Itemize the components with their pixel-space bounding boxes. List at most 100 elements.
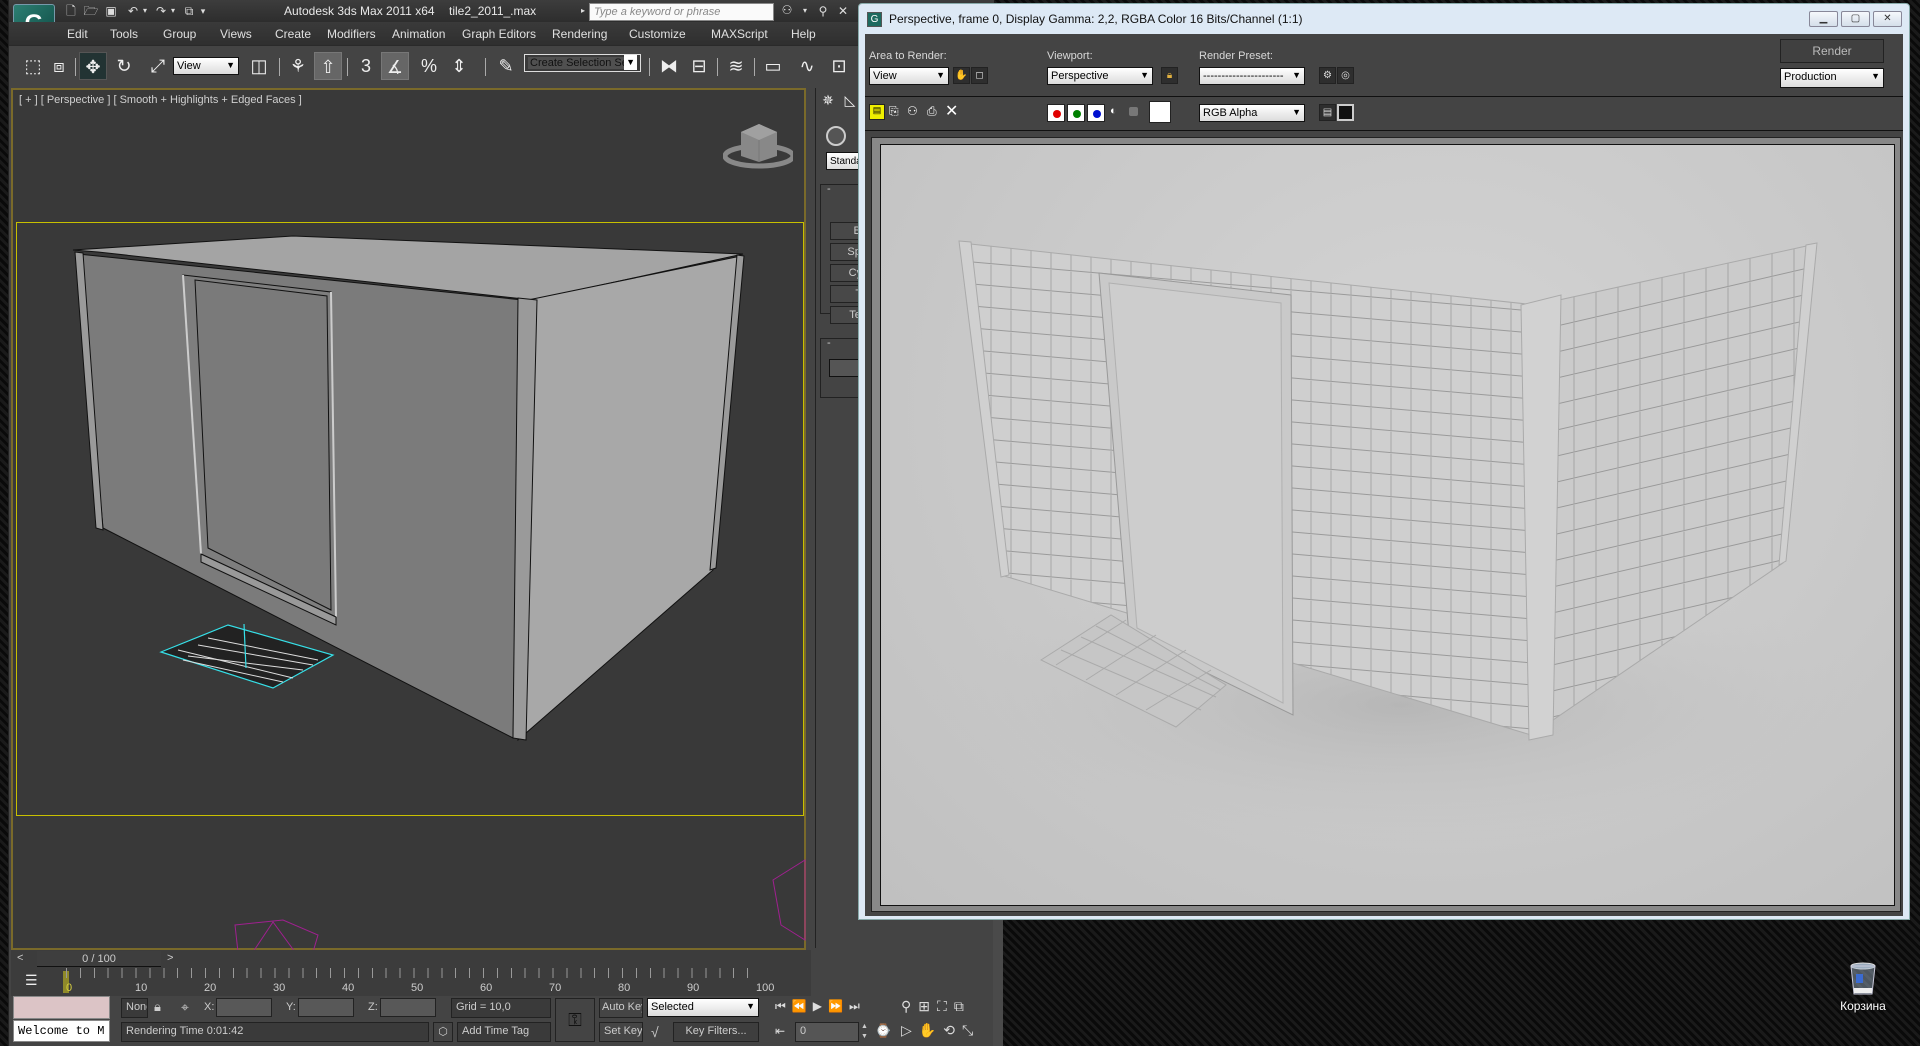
menu-group[interactable]: Group: [163, 27, 196, 41]
previous-frame-icon[interactable]: ⏪: [792, 999, 813, 1013]
menu-customize[interactable]: Customize: [629, 27, 686, 41]
lock-viewport-icon[interactable]: 🔒︎: [1161, 67, 1178, 84]
menu-graph-editors[interactable]: Graph Editors: [462, 27, 536, 41]
maxscript-listener-mini[interactable]: [13, 996, 110, 1019]
selection-lock-icon[interactable]: 🔒︎: [154, 999, 161, 1015]
go-to-end-icon[interactable]: ⏭: [849, 999, 866, 1013]
auto-region-icon[interactable]: ◻: [971, 67, 988, 84]
clone-window-icon[interactable]: ⚇: [907, 104, 918, 118]
track-bar[interactable]: ☰ 0 10 20 30 40 50 60 70 80 90 100: [11, 968, 811, 996]
named-selection-set-dropdown[interactable]: Create Selection Se ▼: [524, 54, 641, 72]
field-of-view-icon[interactable]: ▷: [901, 1022, 919, 1038]
menu-animation[interactable]: Animation: [392, 27, 445, 41]
print-image-icon[interactable]: ⎙: [927, 104, 937, 119]
menu-views[interactable]: Views: [220, 27, 252, 41]
z-coordinate-input[interactable]: [380, 998, 436, 1017]
rollout-collapse-icon[interactable]: -: [827, 337, 831, 349]
edit-region-icon[interactable]: ✋: [953, 67, 970, 84]
graphite-modeling-icon[interactable]: ▭: [759, 52, 787, 80]
rendered-image[interactable]: [880, 144, 1895, 906]
zoom-icon[interactable]: ⚲: [901, 998, 918, 1014]
next-frame-icon[interactable]: ⏩: [828, 999, 849, 1013]
schematic-view-icon[interactable]: ⊡: [825, 52, 853, 80]
swatch-color[interactable]: [1149, 101, 1171, 123]
y-coordinate-input[interactable]: [298, 998, 354, 1017]
clear-image-icon[interactable]: ✕: [945, 101, 958, 121]
menu-help[interactable]: Help: [791, 27, 816, 41]
render-type-dropdown[interactable]: Production ▼: [1780, 68, 1884, 88]
perspective-viewport[interactable]: [ + ] [ Perspective ] [ Smooth + Highlig…: [11, 88, 806, 952]
layer-manager-icon[interactable]: ≋: [722, 52, 750, 80]
search-dropdown-icon[interactable]: ▾: [797, 3, 813, 19]
render-button[interactable]: Render: [1780, 39, 1884, 63]
select-and-move-icon[interactable]: ✥: [79, 52, 107, 80]
edit-named-selection-icon[interactable]: ✎: [492, 52, 520, 80]
key-tangent-icon[interactable]: √: [651, 1024, 659, 1040]
reference-coordinate-dropdown[interactable]: View ▼: [173, 57, 239, 75]
time-slider-next[interactable]: >: [167, 952, 173, 964]
select-by-name-icon[interactable]: ⧈: [45, 52, 73, 80]
add-time-tag[interactable]: Add Time Tag: [457, 1022, 551, 1042]
blue-channel-toggle[interactable]: [1087, 104, 1105, 122]
minimize-button[interactable]: ▁: [1809, 11, 1838, 27]
geometry-category-icon[interactable]: [826, 126, 846, 146]
menu-maxscript[interactable]: MAXScript: [711, 27, 768, 41]
frame-spinner[interactable]: ▲ ▼: [861, 1022, 869, 1042]
absolute-mode-icon[interactable]: ⌖: [181, 999, 189, 1016]
toggle-ui-overlay-icon[interactable]: ▤: [1319, 104, 1336, 121]
redo-dropdown-icon[interactable]: ▾: [165, 3, 181, 19]
angle-snap-icon[interactable]: ∡: [381, 52, 409, 80]
time-slider-prev[interactable]: <: [17, 952, 23, 964]
keyboard-shortcut-override-icon[interactable]: ⇧: [314, 52, 342, 80]
alpha-channel-toggle[interactable]: ◐: [1110, 105, 1117, 117]
monochrome-toggle[interactable]: [1129, 107, 1138, 116]
curve-editor-icon[interactable]: ∿: [793, 52, 821, 80]
rollout-collapse-icon[interactable]: -: [827, 183, 831, 195]
key-mode-dropdown[interactable]: Selected ▼: [647, 998, 759, 1017]
maximize-viewport-icon[interactable]: ⤡: [962, 1022, 980, 1038]
render-preset-dropdown[interactable]: ---------------------- ▼: [1199, 67, 1305, 85]
close-button[interactable]: ✕: [1873, 11, 1902, 27]
set-key-button[interactable]: Set Key: [599, 1022, 643, 1042]
modify-tab-icon[interactable]: ◺: [840, 90, 860, 110]
zoom-all-icon[interactable]: ⊞: [918, 998, 937, 1014]
mirror-icon[interactable]: ⧓: [655, 52, 683, 80]
key-mode-toggle-icon[interactable]: ⇤: [775, 1024, 785, 1038]
menu-modifiers[interactable]: Modifiers: [327, 27, 376, 41]
zoom-extents-icon[interactable]: ⛶: [937, 998, 954, 1014]
menu-tools[interactable]: Tools: [110, 27, 138, 41]
zoom-extents-all-icon[interactable]: ⧉: [954, 998, 971, 1014]
orbit-icon[interactable]: ⟲: [943, 1022, 962, 1038]
recycle-bin[interactable]: Корзина: [1828, 962, 1898, 1022]
go-to-start-icon[interactable]: ⏮: [775, 999, 792, 1013]
menu-rendering[interactable]: Rendering: [552, 27, 607, 41]
time-slider-thumb[interactable]: 0 / 100: [37, 951, 161, 967]
environment-effects-icon[interactable]: ◎: [1337, 67, 1354, 84]
play-icon[interactable]: ▶: [813, 999, 828, 1013]
save-file-icon[interactable]: ▣: [103, 3, 119, 19]
new-file-icon[interactable]: 🗋: [63, 3, 79, 19]
align-icon[interactable]: ⊟: [685, 52, 713, 80]
area-to-render-dropdown[interactable]: View ▼: [869, 67, 949, 85]
copy-image-icon[interactable]: ⎘: [889, 104, 899, 119]
maxscript-output[interactable]: Welcome to M: [13, 1020, 110, 1042]
binoculars-search-icon[interactable]: ⚇: [779, 2, 795, 18]
select-and-scale-icon[interactable]: ⤢: [144, 52, 172, 80]
set-key-big-button[interactable]: ⚿: [555, 998, 595, 1042]
percent-snap-icon[interactable]: %: [415, 52, 443, 80]
red-channel-toggle[interactable]: [1047, 104, 1065, 122]
create-tab-icon[interactable]: ✵: [818, 90, 838, 110]
select-and-rotate-icon[interactable]: ↻: [110, 52, 138, 80]
communication-center-icon[interactable]: ✕: [835, 3, 851, 19]
open-file-icon[interactable]: 🗁: [83, 3, 99, 19]
snaps-toggle-icon[interactable]: 3: [352, 52, 380, 80]
pivot-center-icon[interactable]: ◫: [245, 52, 273, 80]
pan-view-icon[interactable]: ✋: [919, 1022, 943, 1038]
maximize-button[interactable]: ▢: [1841, 11, 1870, 27]
time-slider[interactable]: < 0 / 100 >: [11, 950, 811, 968]
search-input[interactable]: Type a keyword or phrase: [589, 3, 774, 21]
viewport-dropdown[interactable]: Perspective ▼: [1047, 67, 1153, 85]
key-filters-button[interactable]: Key Filters...: [673, 1022, 759, 1042]
menu-create[interactable]: Create: [275, 27, 311, 41]
select-object-icon[interactable]: ⬚: [19, 52, 47, 80]
